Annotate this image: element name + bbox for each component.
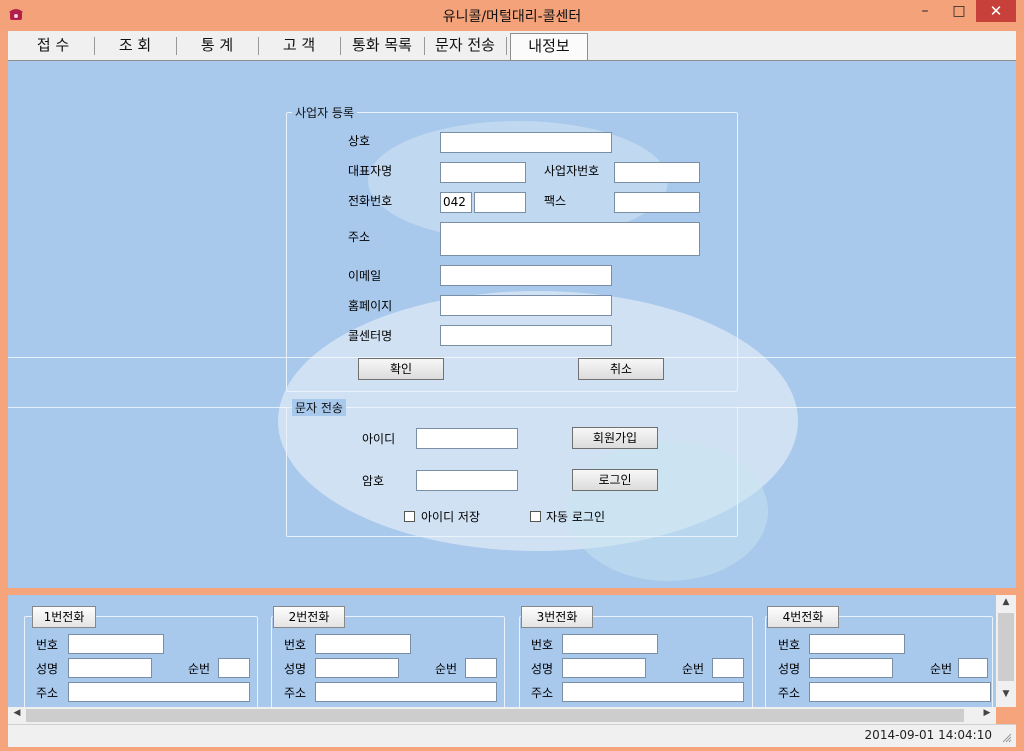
line-3-address-input[interactable] xyxy=(562,682,744,702)
tab-sms[interactable]: 문자 전송 xyxy=(426,33,504,58)
line-3-number-input[interactable] xyxy=(562,634,658,654)
business-registration-legend: 사업자 등록 xyxy=(292,104,358,121)
line-name-label: 성명 xyxy=(36,662,59,676)
tab-customer[interactable]: 고 객 xyxy=(260,33,338,58)
status-datetime: 2014-09-01 14:04:10 xyxy=(864,728,992,742)
line-2-number-input[interactable] xyxy=(315,634,411,654)
line-name-label: 성명 xyxy=(284,662,307,676)
maximize-button[interactable]: □ xyxy=(944,0,974,22)
fax-label: 팩스 xyxy=(544,194,567,208)
scroll-up-icon[interactable]: ▲ xyxy=(998,597,1014,611)
line-4-name-input[interactable] xyxy=(809,658,893,678)
vertical-scroll-thumb[interactable] xyxy=(998,613,1014,681)
company-input[interactable] xyxy=(440,132,612,153)
line-2-name-input[interactable] xyxy=(315,658,399,678)
address-label: 주소 xyxy=(348,230,371,244)
resize-grip-icon[interactable] xyxy=(1002,732,1012,743)
line-4-seq-input[interactable] xyxy=(958,658,988,678)
line-2-seq-input[interactable] xyxy=(465,658,497,678)
save-id-checkbox[interactable] xyxy=(404,511,415,522)
line-1-name-input[interactable] xyxy=(68,658,152,678)
email-input[interactable] xyxy=(440,265,612,286)
line-4-number-input[interactable] xyxy=(809,634,905,654)
tab-separator xyxy=(94,37,95,55)
line-name-label: 성명 xyxy=(778,662,801,676)
homepage-label: 홈페이지 xyxy=(348,299,393,313)
business-number-label: 사업자번호 xyxy=(544,164,600,178)
line-number-label: 번호 xyxy=(778,638,801,652)
sms-legend: 문자 전송 xyxy=(292,399,346,416)
phone-line-3-tab[interactable]: 3번전화 xyxy=(521,606,593,628)
minimize-button[interactable]: – xyxy=(910,0,940,22)
phone-label: 전화번호 xyxy=(348,194,393,208)
close-button[interactable]: ✕ xyxy=(976,0,1016,22)
line-address-label: 주소 xyxy=(36,686,59,700)
phone-area-code-input[interactable]: 042 xyxy=(440,192,472,213)
tab-search[interactable]: 조 회 xyxy=(96,33,174,58)
line-address-label: 주소 xyxy=(284,686,307,700)
window-title: 유니콜/머털대리-콜센터 xyxy=(442,9,582,25)
tab-separator xyxy=(176,37,177,55)
line-1-number-input[interactable] xyxy=(68,634,164,654)
business-number-input[interactable] xyxy=(614,162,700,183)
line-1-seq-input[interactable] xyxy=(218,658,250,678)
scroll-right-icon[interactable]: ▶ xyxy=(980,708,994,723)
line-address-label: 주소 xyxy=(778,686,801,700)
homepage-input[interactable] xyxy=(440,295,612,316)
tab-reception[interactable]: 접 수 xyxy=(14,33,92,58)
company-label: 상호 xyxy=(348,134,371,148)
tab-separator xyxy=(506,37,507,55)
auto-login-label: 자동 로그인 xyxy=(546,510,606,524)
line-seq-label: 순번 xyxy=(435,662,458,676)
cancel-button[interactable]: 취소 xyxy=(578,358,664,380)
line-number-label: 번호 xyxy=(531,638,554,652)
password-label: 암호 xyxy=(362,474,385,488)
password-input[interactable] xyxy=(416,470,518,491)
confirm-button[interactable]: 확인 xyxy=(358,358,444,380)
representative-label: 대표자명 xyxy=(348,164,393,178)
line-seq-label: 순번 xyxy=(188,662,211,676)
phone-line-1-tab[interactable]: 1번전화 xyxy=(32,606,96,628)
line-seq-label: 순번 xyxy=(682,662,705,676)
line-seq-label: 순번 xyxy=(930,662,953,676)
line-2-address-input[interactable] xyxy=(315,682,497,702)
line-1-address-input[interactable] xyxy=(68,682,250,702)
tab-separator xyxy=(258,37,259,55)
callcenter-name-input[interactable] xyxy=(440,325,612,346)
line-3-name-input[interactable] xyxy=(562,658,646,678)
tab-separator xyxy=(340,37,341,55)
phone-line-4-tab[interactable]: 4번전화 xyxy=(767,606,839,628)
address-input[interactable] xyxy=(440,222,700,256)
horizontal-scroll-thumb[interactable] xyxy=(26,709,964,722)
line-number-label: 번호 xyxy=(36,638,59,652)
auto-login-checkbox[interactable] xyxy=(530,511,541,522)
tab-call-list[interactable]: 통화 목록 xyxy=(342,33,422,58)
join-button[interactable]: 회원가입 xyxy=(572,427,658,449)
tab-separator xyxy=(424,37,425,55)
line-3-seq-input[interactable] xyxy=(712,658,744,678)
phone-line-2-tab[interactable]: 2번전화 xyxy=(273,606,345,628)
line-name-label: 성명 xyxy=(531,662,554,676)
representative-input[interactable] xyxy=(440,162,526,183)
tab-my-info[interactable]: 내정보 xyxy=(510,33,588,60)
line-number-label: 번호 xyxy=(284,638,307,652)
scroll-down-icon[interactable]: ▼ xyxy=(998,689,1014,703)
line-4-address-input[interactable] xyxy=(809,682,991,702)
fax-input[interactable] xyxy=(614,192,700,213)
save-id-label: 아이디 저장 xyxy=(421,510,481,524)
id-input[interactable] xyxy=(416,428,518,449)
login-button[interactable]: 로그인 xyxy=(572,469,658,491)
tab-statistics[interactable]: 통 계 xyxy=(178,33,256,58)
phone-number-input[interactable] xyxy=(474,192,526,213)
callcenter-name-label: 콜센터명 xyxy=(348,329,393,343)
scroll-left-icon[interactable]: ◀ xyxy=(10,708,24,723)
phone-lines-area: 1번전화 번호 성명 순번 주소 2번전화 번호 성명 순번 주소 3번전화 번… xyxy=(8,595,996,707)
email-label: 이메일 xyxy=(348,269,382,283)
id-label: 아이디 xyxy=(362,432,396,446)
line-address-label: 주소 xyxy=(531,686,554,700)
